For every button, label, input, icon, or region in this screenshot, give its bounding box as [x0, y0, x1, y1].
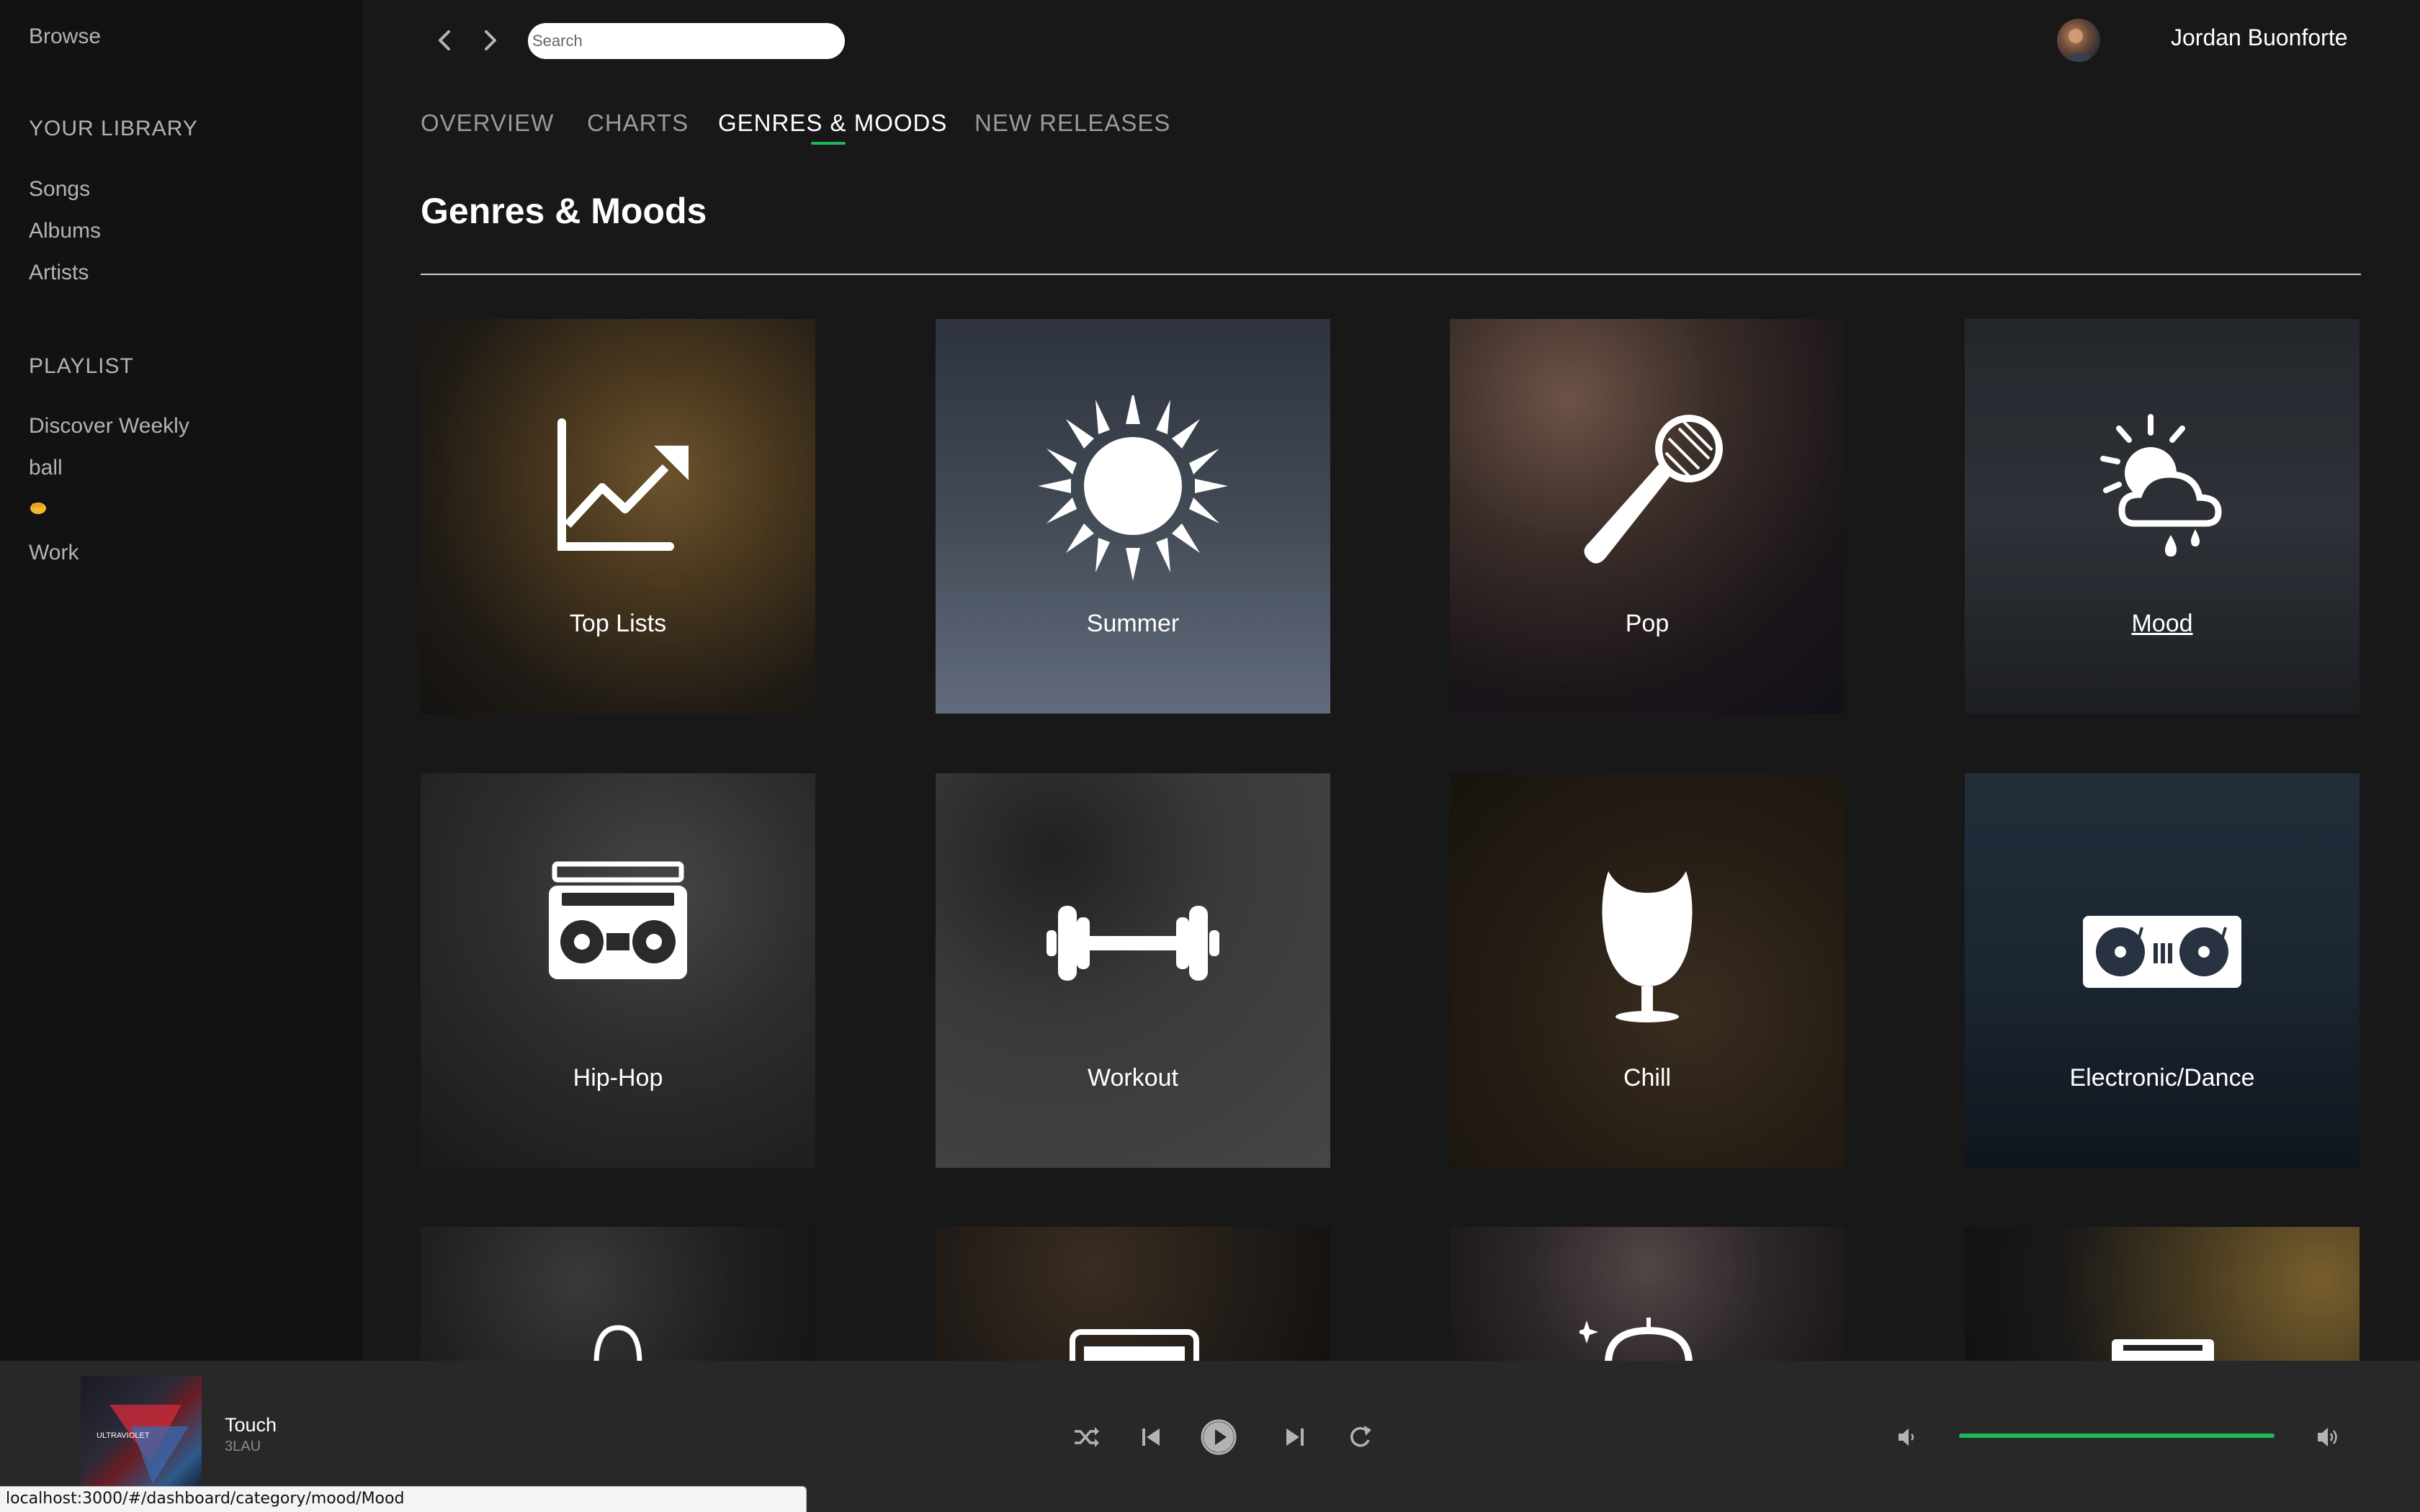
sidebar: Browse YOUR LIBRARY Songs Albums Artists…: [0, 0, 363, 1361]
category-tile-hip-hop[interactable]: Hip-Hop: [421, 773, 815, 1168]
repeat-icon: [1350, 1426, 1371, 1447]
sidebar-item-albums[interactable]: Albums: [29, 219, 101, 243]
playlist-item-work[interactable]: Work: [29, 541, 79, 565]
shuffle-button[interactable]: [1070, 1421, 1102, 1453]
volume-low-icon: [1899, 1428, 1914, 1446]
turntable-icon: [2083, 916, 2241, 988]
category-tile-pop[interactable]: Pop: [1450, 319, 1845, 714]
back-arrow-icon[interactable]: [432, 27, 458, 53]
page-title: Genres & Moods: [421, 191, 707, 231]
microphone-icon: [1584, 415, 1723, 564]
shuffle-icon: [1075, 1427, 1099, 1447]
category-tile-amplifier[interactable]: [936, 1227, 1330, 1361]
avatar[interactable]: [2057, 19, 2100, 62]
category-tile-disco[interactable]: [1450, 1227, 1845, 1361]
boombox-icon: [549, 861, 687, 979]
next-icon: [1286, 1428, 1304, 1446]
play-icon: [1201, 1419, 1237, 1455]
category-tile-chill[interactable]: Chill: [1450, 773, 1845, 1168]
forward-arrow-icon[interactable]: [477, 27, 503, 53]
album-art-text: ULTRAVIOLET: [97, 1431, 150, 1440]
avatar-photo-icon: [2063, 29, 2097, 62]
album-cover-art-icon: ULTRAVIOLET: [97, 1405, 189, 1484]
track-artist[interactable]: 3LAU: [225, 1439, 261, 1455]
dumbbell-icon: [1047, 906, 1219, 981]
category-label: Electronic/Dance: [2069, 1064, 2255, 1092]
category-tile-workout[interactable]: Workout: [936, 773, 1330, 1168]
category-tile-mood[interactable]: Mood: [1965, 319, 2360, 714]
volume-max-button[interactable]: [2313, 1423, 2342, 1452]
playlist-item-discover-weekly[interactable]: Discover Weekly: [29, 414, 189, 438]
amplifier-icon: [1070, 1329, 1199, 1361]
category-tile-cassette[interactable]: [1965, 1227, 2360, 1361]
sidebar-item-songs[interactable]: Songs: [29, 177, 90, 202]
category-label: Workout: [1088, 1064, 1178, 1092]
category-label: Mood: [2131, 610, 2193, 637]
sidebar-item-artists[interactable]: Artists: [29, 261, 89, 285]
username[interactable]: Jordan Buonforte: [2171, 24, 2348, 51]
track-title[interactable]: Touch: [225, 1414, 277, 1436]
tab-genres-moods[interactable]: GENRES & MOODS: [718, 109, 947, 137]
category-tile-headphones[interactable]: [421, 1227, 815, 1361]
category-tile-summer[interactable]: Summer: [936, 319, 1330, 714]
album-art[interactable]: ULTRAVIOLET: [81, 1376, 202, 1497]
category-tile-top-lists[interactable]: Top Lists: [421, 319, 815, 714]
tab-new-releases[interactable]: NEW RELEASES: [974, 109, 1170, 137]
weather-mood-icon: [2100, 414, 2222, 557]
fist-bump-emoji-icon[interactable]: [29, 500, 48, 515]
egg-chair-icon: [1602, 871, 1693, 1022]
cassette-icon: [2112, 1339, 2214, 1361]
playlist-heading: PLAYLIST: [29, 354, 134, 378]
repeat-button[interactable]: [1344, 1421, 1376, 1453]
headphones-icon: [593, 1325, 642, 1361]
previous-icon: [1142, 1428, 1160, 1446]
category-label: Pop: [1625, 610, 1670, 637]
category-label: Summer: [1086, 610, 1180, 637]
divider: [421, 274, 2361, 275]
volume-slider-fill: [1959, 1434, 2275, 1438]
sun-icon: [1038, 395, 1228, 581]
tab-charts[interactable]: CHARTS: [587, 109, 689, 137]
disco-ball-icon: [1579, 1318, 1693, 1361]
library-heading: YOUR LIBRARY: [29, 117, 198, 140]
tab-overview[interactable]: OVERVIEW: [421, 109, 554, 137]
chart-up-icon: [557, 418, 689, 551]
browser-status-url: localhost:3000/#/dashboard/category/mood…: [0, 1486, 807, 1512]
previous-button[interactable]: [1135, 1421, 1167, 1453]
category-label: Top Lists: [569, 610, 667, 637]
category-tile-electronic-dance[interactable]: Electronic/Dance: [1965, 773, 2360, 1168]
playlist-item-ball[interactable]: ball: [29, 456, 63, 480]
mute-button[interactable]: [1894, 1424, 1920, 1450]
sidebar-item-browse[interactable]: Browse: [29, 24, 101, 49]
category-label: Chill: [1623, 1064, 1672, 1092]
play-button[interactable]: [1200, 1418, 1237, 1456]
search-input[interactable]: [528, 23, 845, 59]
volume-slider[interactable]: [1959, 1434, 2275, 1438]
active-tab-indicator: [811, 142, 846, 145]
category-label: Hip-Hop: [573, 1064, 663, 1092]
volume-high-icon: [2318, 1428, 2337, 1446]
next-button[interactable]: [1279, 1421, 1311, 1453]
